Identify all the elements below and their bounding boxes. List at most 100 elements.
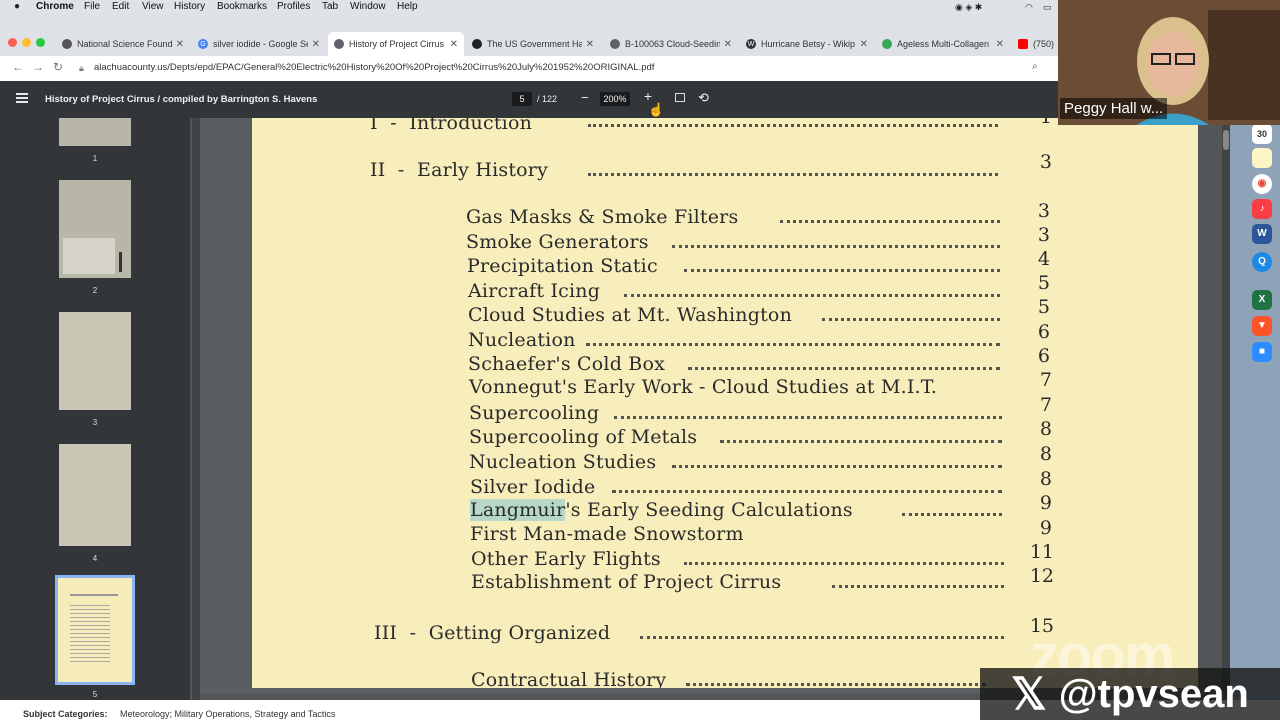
notes-icon[interactable]: [1252, 148, 1272, 168]
thumbnail-page-1[interactable]: [59, 118, 131, 146]
wifi-icon[interactable]: ◠: [1025, 2, 1033, 13]
close-tab-icon[interactable]: ✕: [724, 39, 732, 50]
zoom-out-button[interactable]: −: [581, 90, 589, 105]
menu-view[interactable]: View: [142, 1, 164, 12]
toc-entry: First Man-made Snowstorm: [470, 523, 744, 545]
magnifier-icon[interactable]: ⌕: [1032, 61, 1038, 72]
subject-categories-value: Meteorology; Military Operations, Strate…: [120, 709, 336, 719]
site-favicon-icon: [62, 39, 72, 49]
toc-entry: Contractual History: [471, 669, 667, 690]
tab-ageless-collagen[interactable]: Ageless Multi-Collagen P ✕: [876, 33, 1010, 55]
page-number-input[interactable]: 5: [512, 92, 532, 106]
sidebar-scrollbar[interactable]: [192, 118, 200, 700]
url-field[interactable]: alachuacounty.us/Depts/epd/EPAC/General%…: [94, 62, 654, 73]
handle-text: @tpvsean: [1058, 671, 1249, 716]
page-vertical-scrollbar[interactable]: [1222, 118, 1230, 690]
fit-page-icon[interactable]: [675, 93, 685, 102]
menu-edit[interactable]: Edit: [112, 1, 129, 12]
thumbnail-page-5-selected[interactable]: [55, 575, 135, 685]
forward-arrow-icon[interactable]: →: [32, 60, 44, 74]
mouse-pointer-icon: ☝: [648, 102, 665, 117]
subject-categories-label: Subject Categories:: [23, 709, 108, 719]
thumbnail-label: 5: [92, 690, 98, 699]
toc-entry: Other Early Flights: [471, 548, 661, 570]
toc-entry: Precipitation Static: [467, 255, 658, 277]
toc-section-3: III - Getting Organized: [374, 622, 611, 644]
page-total: / 122: [537, 94, 558, 104]
thumbnail-label: 1: [92, 154, 98, 163]
zoom-icon[interactable]: ■: [1252, 342, 1272, 362]
menu-file[interactable]: File: [84, 1, 100, 12]
close-window-icon[interactable]: [8, 38, 17, 47]
search-highlight: Langmuir: [470, 499, 566, 521]
word-icon[interactable]: W: [1252, 224, 1272, 244]
menu-tab[interactable]: Tab: [322, 1, 338, 12]
tab-silver-iodide[interactable]: G silver iodide - Google Se ✕: [192, 33, 326, 55]
close-tab-icon[interactable]: ✕: [176, 39, 184, 50]
rotate-icon[interactable]: ⟲: [698, 90, 709, 106]
thumbnail-label: 3: [92, 418, 98, 427]
participant-name: Peggy Hall w...: [1060, 98, 1168, 119]
reload-icon[interactable]: ↻: [53, 60, 63, 74]
status-icons: ◉ ◈ ✱: [955, 2, 983, 12]
back-arrow-icon[interactable]: ←: [12, 60, 24, 74]
wikipedia-favicon-icon: W: [746, 39, 756, 49]
close-tab-icon[interactable]: ✕: [312, 39, 320, 50]
pdf-viewport: I - Introduction 1 II - Early History 3 …: [200, 118, 1228, 690]
thumbnail-page-3[interactable]: [59, 312, 131, 410]
site-favicon-icon: [472, 39, 482, 49]
menu-help[interactable]: Help: [397, 1, 418, 12]
google-favicon-icon: G: [198, 39, 208, 49]
menu-chrome[interactable]: Chrome: [36, 1, 74, 12]
thumbnail-page-4[interactable]: [59, 444, 131, 546]
toc-entry: Schaefer's Cold Box: [468, 353, 666, 375]
tab-hurricane-betsy[interactable]: W Hurricane Betsy - Wikip ✕: [740, 33, 874, 55]
close-tab-icon[interactable]: ✕: [586, 39, 594, 50]
lock-icon[interactable]: 🔒︎: [79, 63, 84, 74]
thumbnail-sidebar: 1 2 3 4 5: [0, 118, 190, 700]
document-title: History of Project Cirrus / compiled by …: [45, 94, 318, 105]
close-tab-icon[interactable]: ✕: [860, 39, 868, 50]
menu-history[interactable]: History: [174, 1, 205, 12]
toc-section-2: II - Early History: [370, 159, 549, 181]
toc-entry: Nucleation: [468, 329, 576, 351]
thumbnail-page-2[interactable]: [59, 180, 131, 278]
youtube-favicon-icon: [1018, 39, 1028, 49]
globe-favicon-icon: [334, 39, 344, 49]
tab-youtube[interactable]: (750): [1012, 33, 1060, 55]
chrome-icon[interactable]: ◉: [1252, 174, 1272, 194]
tab-us-government[interactable]: The US Government Ha ✕: [466, 33, 600, 55]
scrollbar-thumb[interactable]: [1223, 130, 1229, 150]
minimize-window-icon[interactable]: [22, 38, 31, 47]
tab-project-cirrus[interactable]: History of Project Cirrus ✕: [328, 32, 464, 56]
maximize-window-icon[interactable]: [36, 38, 45, 47]
leaf-favicon-icon: [882, 39, 892, 49]
menu-profiles[interactable]: Profiles: [277, 1, 310, 12]
apple-icon[interactable]: ●: [14, 1, 20, 12]
pdf-toolbar: History of Project Cirrus / compiled by …: [0, 81, 1060, 118]
tab-national-science[interactable]: National Science Founda ✕: [56, 33, 190, 55]
toc-entry: Silver Iodide: [470, 476, 596, 498]
battery-icon[interactable]: ▭: [1043, 2, 1052, 13]
toc-entry: Supercooling of Metals: [469, 426, 698, 448]
toc-entry: Gas Masks & Smoke Filters: [466, 206, 739, 228]
thumbnail-label: 4: [92, 554, 98, 563]
music-icon[interactable]: ♪: [1252, 199, 1272, 219]
tab-cloud-seeding[interactable]: B-100063 Cloud-Seedin ✕: [604, 33, 738, 55]
zoom-level-input[interactable]: 200%: [600, 92, 630, 106]
toc-entry: Smoke Generators: [466, 231, 649, 253]
toc-section-1: I - Introduction: [370, 118, 533, 134]
menu-icon[interactable]: [16, 93, 28, 103]
excel-icon[interactable]: X: [1252, 290, 1272, 310]
calendar-icon[interactable]: 30: [1252, 124, 1272, 144]
webcam-feed: Peggy Hall w...: [1058, 0, 1280, 125]
menu-bookmarks[interactable]: Bookmarks: [217, 1, 267, 12]
close-tab-icon[interactable]: ✕: [450, 39, 458, 50]
social-handle-badge: 𝕏 @tpvsean: [980, 668, 1280, 720]
toc-entry: Supercooling: [469, 402, 600, 424]
brave-icon[interactable]: ▼: [1252, 316, 1272, 336]
menu-window[interactable]: Window: [350, 1, 386, 12]
quicktime-icon[interactable]: Q: [1252, 252, 1272, 272]
toc-entry: Vonnegut's Early Work - Cloud Studies at…: [469, 376, 938, 398]
close-tab-icon[interactable]: ✕: [996, 39, 1004, 50]
